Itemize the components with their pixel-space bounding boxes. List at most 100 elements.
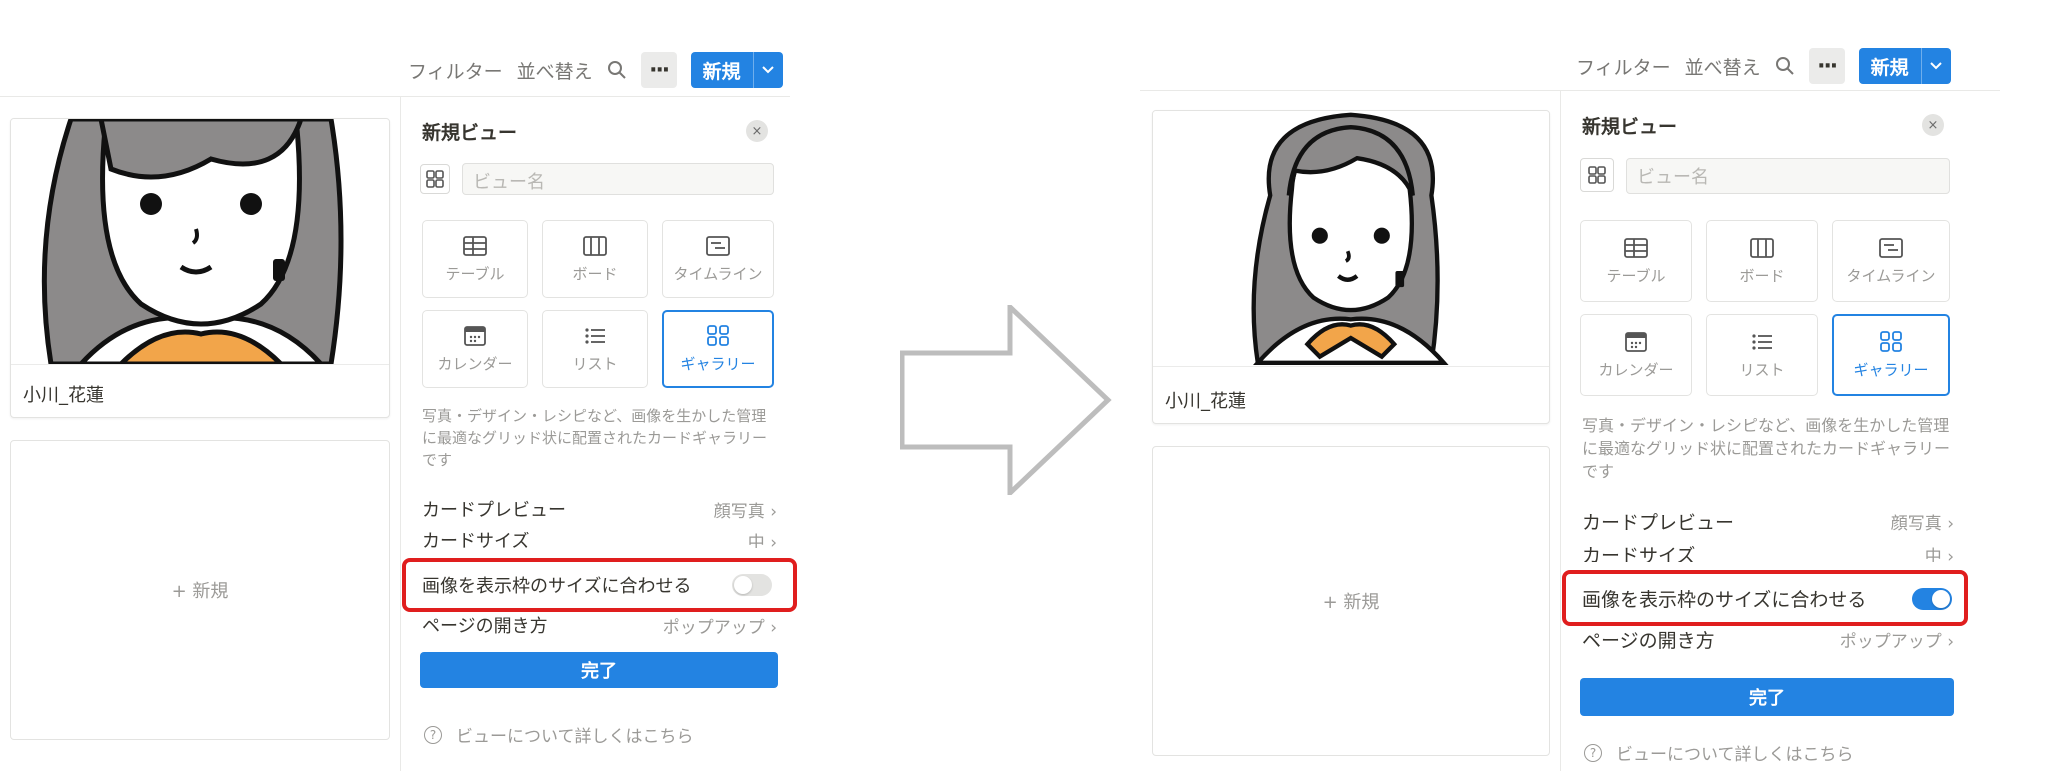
panel-title: 新規ビュー: [1582, 116, 1678, 138]
view-name-input[interactable]: ビュー名: [462, 163, 774, 195]
list-icon: [585, 327, 605, 344]
fit-image-toggle[interactable]: [732, 574, 772, 596]
layout-option-timeline[interactable]: タイムライン: [1832, 220, 1950, 302]
card-preview-row[interactable]: カードプレビュー 顔写真 ›: [422, 496, 777, 522]
row-value: 中: [1924, 546, 1942, 563]
fit-image-row[interactable]: 画像を表示枠のサイズに合わせる: [422, 572, 772, 598]
board-icon: [1750, 237, 1774, 258]
row-label: カードサイズ: [422, 532, 530, 548]
fit-image-toggle[interactable]: [1912, 587, 1952, 610]
layout-option-calendar[interactable]: カレンダー: [422, 310, 528, 388]
help-icon: ?: [1584, 743, 1602, 762]
fit-image-row[interactable]: 画像を表示枠のサイズに合わせる: [1582, 585, 1952, 612]
table-icon: [463, 235, 487, 256]
search-icon[interactable]: [607, 60, 627, 80]
row-label: カードプレビュー: [1582, 512, 1735, 534]
layout-description: 写真・デザイン・レシピなど、画像を生かした管理に最適なグリッド状に配置されたカー…: [1582, 416, 1951, 482]
view-icon-picker[interactable]: [420, 164, 450, 194]
card-size-row[interactable]: カードサイズ 中 ›: [1582, 546, 1954, 562]
help-link[interactable]: ? ビューについて詳しくはこちら: [424, 722, 694, 747]
layout-option-gallery[interactable]: ギャラリー: [662, 310, 774, 388]
sort-button[interactable]: 並べ替え: [1685, 53, 1761, 80]
help-label: ビューについて詳しくはこちら: [1616, 745, 1854, 765]
help-link[interactable]: ? ビューについて詳しくはこちら: [1584, 740, 1854, 765]
layout-option-list[interactable]: リスト: [542, 310, 648, 388]
layout-label: ボード: [1739, 266, 1785, 285]
close-icon[interactable]: ×: [746, 120, 768, 142]
table-icon: [1624, 237, 1648, 258]
layout-option-list[interactable]: リスト: [1706, 314, 1818, 396]
new-button[interactable]: 新規: [690, 52, 783, 88]
calendar-icon: [464, 325, 486, 346]
help-icon: ?: [424, 725, 442, 744]
done-button[interactable]: 完了: [420, 652, 778, 688]
timeline-icon: [706, 235, 730, 256]
layout-option-board[interactable]: ボード: [542, 220, 648, 298]
row-label: カードプレビュー: [422, 500, 566, 521]
card-divider: [1153, 366, 1549, 367]
card-cover-image: [1153, 111, 1549, 366]
layout-option-timeline[interactable]: タイムライン: [662, 220, 774, 298]
layout-label: テーブル: [445, 264, 505, 283]
layout-label: リスト: [1739, 360, 1785, 379]
portrait-illustration: [1251, 112, 1449, 365]
calendar-icon: [1625, 331, 1647, 352]
row-value: ポップアップ: [1839, 631, 1942, 651]
gallery-card[interactable]: 小川_花蓮: [10, 118, 390, 418]
more-options-button[interactable]: ···: [640, 52, 677, 88]
layout-option-table[interactable]: テーブル: [1580, 220, 1692, 302]
card-title: 小川_花蓮: [23, 385, 104, 406]
new-button[interactable]: 新規: [1858, 48, 1951, 84]
row-label: 画像を表示枠のサイズに合わせる: [422, 576, 692, 597]
new-view-panel: 新規ビュー × ビュー名 テーブル ボード タイムライン カレンダー リスト ギ: [1560, 90, 1980, 771]
filter-button[interactable]: フィルター: [408, 57, 503, 84]
layout-option-table[interactable]: テーブル: [422, 220, 528, 298]
new-button-label[interactable]: 新規: [691, 52, 753, 88]
gallery-icon: [1588, 166, 1606, 184]
after-screenshot: フィルター 並べ替え ··· 新規 小川_花蓮 + 新規 新規ビュー × ビュー…: [1100, 0, 2000, 771]
row-label: カードサイズ: [1582, 546, 1696, 562]
close-icon[interactable]: ×: [1922, 114, 1944, 136]
open-page-row[interactable]: ページの開き方 ポップアップ ›: [422, 614, 777, 636]
card-size-row[interactable]: カードサイズ 中 ›: [422, 532, 777, 548]
done-button[interactable]: 完了: [1580, 678, 1954, 716]
layout-option-calendar[interactable]: カレンダー: [1580, 314, 1692, 396]
layout-option-gallery[interactable]: ギャラリー: [1832, 314, 1950, 396]
layout-label: リスト: [572, 354, 618, 373]
gallery-card[interactable]: 小川_花蓮: [1152, 110, 1550, 424]
chevron-down-icon[interactable]: [752, 52, 783, 88]
view-icon-picker[interactable]: [1580, 158, 1614, 192]
panel-title: 新規ビュー: [422, 122, 518, 144]
view-name-input[interactable]: ビュー名: [1626, 158, 1950, 194]
card-title: 小川_花蓮: [1165, 391, 1246, 412]
row-label: ページの開き方: [422, 616, 548, 636]
layout-label: ギャラリー: [1853, 360, 1929, 379]
layout-label: タイムライン: [673, 264, 763, 283]
layout-label: タイムライン: [1846, 266, 1936, 285]
search-icon[interactable]: [1775, 56, 1795, 76]
card-divider: [11, 364, 389, 365]
gallery-icon: [707, 324, 729, 346]
layout-option-board[interactable]: ボード: [1706, 220, 1818, 302]
before-screenshot: フィルター 並べ替え ··· 新規 小川_花蓮 + 新規 新規ビュー × ビュー…: [0, 0, 800, 771]
row-value: 顔写真: [1890, 514, 1942, 534]
row-label: ページの開き方: [1582, 629, 1715, 651]
chevron-down-icon[interactable]: [1920, 48, 1951, 84]
arrow-right-icon: [899, 301, 1112, 499]
sort-button[interactable]: 並べ替え: [517, 57, 593, 84]
row-value: 中: [747, 532, 765, 549]
help-label: ビューについて詳しくはこちら: [456, 727, 694, 747]
more-options-button[interactable]: ···: [1808, 48, 1845, 84]
new-button-label[interactable]: 新規: [1859, 48, 1921, 84]
gallery-icon: [426, 170, 444, 188]
layout-label: ボード: [572, 264, 618, 283]
board-icon: [583, 235, 607, 256]
filter-button[interactable]: フィルター: [1576, 53, 1671, 80]
view-toolbar: フィルター 並べ替え ··· 新規: [1576, 48, 1951, 84]
card-preview-row[interactable]: カードプレビュー 顔写真 ›: [1582, 508, 1954, 535]
open-page-row[interactable]: ページの開き方 ポップアップ ›: [1582, 628, 1954, 651]
new-card-button[interactable]: + 新規: [1152, 446, 1550, 756]
portrait-illustration: [41, 119, 344, 364]
row-value: ポップアップ: [662, 617, 765, 637]
new-card-button[interactable]: + 新規: [10, 440, 390, 740]
